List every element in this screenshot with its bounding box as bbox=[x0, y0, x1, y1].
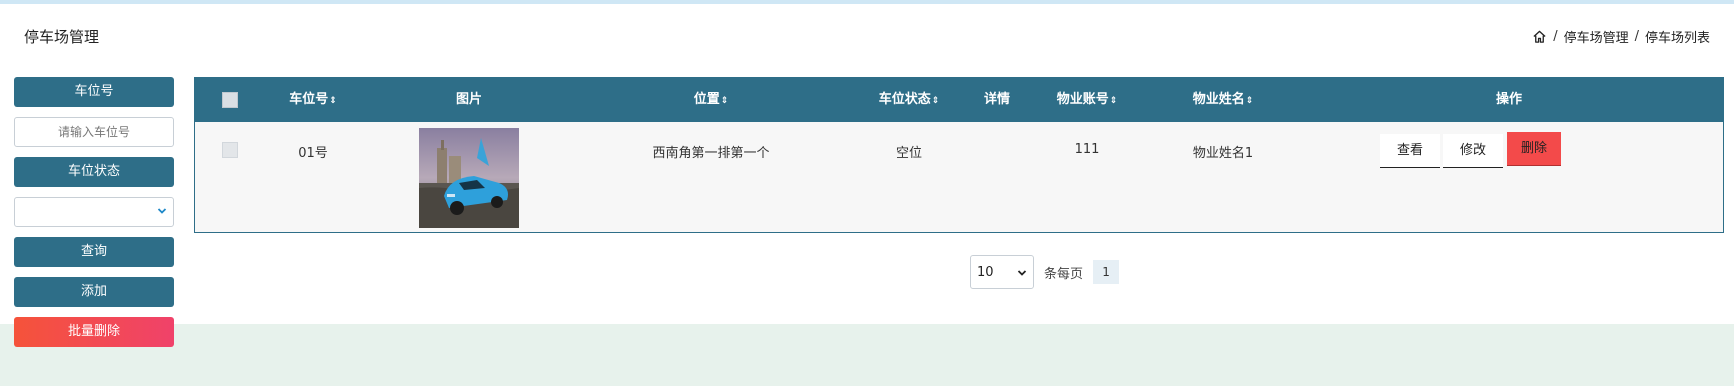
sort-icon[interactable]: ⇕ bbox=[329, 96, 337, 106]
per-page-label: 条每页 bbox=[1044, 266, 1084, 282]
cell-account: 111 bbox=[1074, 142, 1100, 157]
row-checkbox[interactable] bbox=[222, 142, 238, 158]
cell-name: 物业姓名1 bbox=[1192, 146, 1254, 161]
home-icon[interactable] bbox=[1532, 29, 1547, 44]
chevron-down-icon bbox=[1017, 270, 1027, 276]
pagination: 10 条每页 1 bbox=[970, 255, 1120, 289]
page-number-button[interactable]: 1 bbox=[1093, 260, 1120, 284]
cell-location: 西南角第一排第一个 bbox=[652, 146, 770, 161]
select-all-checkbox[interactable] bbox=[222, 92, 238, 108]
column-header-name[interactable]: 物业姓名⇕ bbox=[1193, 78, 1254, 122]
delete-button[interactable]: 删除 bbox=[1507, 132, 1561, 166]
header: 停车场管理 / 停车场管理 / 停车场列表 bbox=[0, 4, 1734, 66]
breadcrumb-separator: / bbox=[1634, 29, 1639, 44]
breadcrumb: / 停车场管理 / 停车场列表 bbox=[1532, 27, 1710, 46]
column-header-account[interactable]: 物业账号⇕ bbox=[1057, 78, 1118, 122]
add-button[interactable]: 添加 bbox=[14, 277, 174, 307]
batch-delete-button[interactable]: 批量删除 bbox=[14, 317, 174, 347]
plate-label: 车位号 bbox=[14, 77, 174, 107]
breadcrumb-item-parking-manage[interactable]: 停车场管理 bbox=[1564, 27, 1629, 46]
sort-icon[interactable]: ⇕ bbox=[721, 96, 729, 106]
car-image bbox=[419, 128, 519, 228]
parking-table: 车位号⇕ 图片 位置⇕ 车位状态⇕ 详情 物业账号⇕ 物业姓名⇕ 操作 01号 bbox=[194, 77, 1724, 233]
sort-icon[interactable]: ⇕ bbox=[932, 96, 940, 106]
chevron-down-icon bbox=[157, 208, 167, 214]
sort-icon[interactable]: ⇕ bbox=[1246, 96, 1254, 106]
footer-band bbox=[0, 324, 1734, 386]
breadcrumb-item-parking-list: 停车场列表 bbox=[1644, 31, 1710, 46]
status-select[interactable] bbox=[14, 197, 174, 227]
edit-button[interactable]: 修改 bbox=[1443, 134, 1503, 168]
page-size-value: 10 bbox=[977, 265, 994, 280]
page-title: 停车场管理 bbox=[24, 28, 100, 46]
table-row: 01号 西南角第一排第一个 空位 111 物业姓名1 查看 修改 删除 bbox=[195, 122, 1723, 232]
column-header-status[interactable]: 车位状态⇕ bbox=[879, 78, 940, 122]
column-header-actions: 操作 bbox=[1495, 92, 1523, 107]
column-header-plate[interactable]: 车位号⇕ bbox=[289, 78, 337, 122]
cell-plate: 01号 bbox=[298, 146, 328, 161]
column-header-image: 图片 bbox=[455, 92, 483, 107]
view-button[interactable]: 查看 bbox=[1380, 134, 1440, 168]
query-button[interactable]: 查询 bbox=[14, 237, 174, 267]
status-label: 车位状态 bbox=[14, 157, 174, 187]
page-size-select[interactable]: 10 bbox=[970, 255, 1034, 289]
column-header-location[interactable]: 位置⇕ bbox=[694, 78, 729, 122]
column-header-detail: 详情 bbox=[983, 92, 1011, 107]
table-header: 车位号⇕ 图片 位置⇕ 车位状态⇕ 详情 物业账号⇕ 物业姓名⇕ 操作 bbox=[195, 78, 1723, 122]
breadcrumb-separator: / bbox=[1553, 29, 1558, 44]
cell-status: 空位 bbox=[895, 146, 923, 161]
sort-icon[interactable]: ⇕ bbox=[1110, 96, 1118, 106]
plate-search-input[interactable] bbox=[14, 117, 174, 147]
